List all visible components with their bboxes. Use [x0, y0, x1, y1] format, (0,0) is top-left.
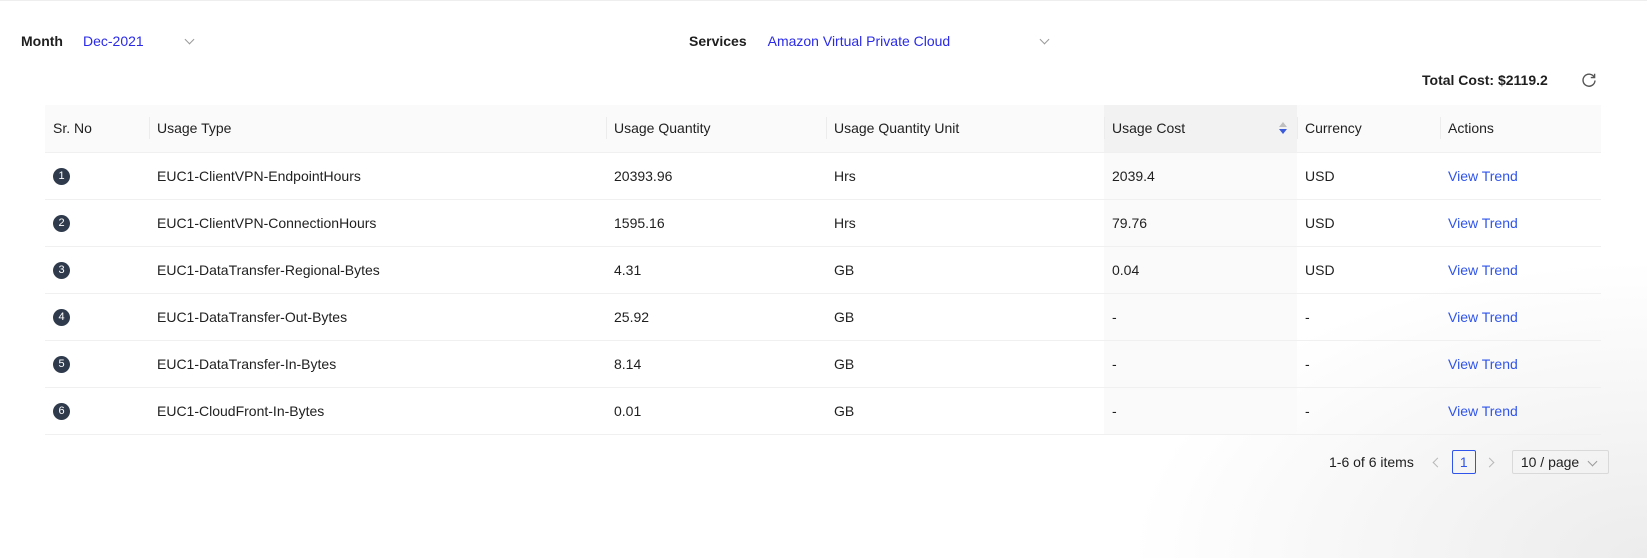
- usage-unit-cell: GB: [826, 340, 1104, 388]
- column-header-usage-type: Usage Type: [149, 105, 606, 153]
- view-trend-link[interactable]: View Trend: [1448, 168, 1518, 184]
- actions-cell: View Trend: [1440, 199, 1601, 247]
- column-header-sr-no: Sr. No: [45, 105, 149, 153]
- pagination: 1-6 of 6 items 1 10 / page: [1329, 450, 1609, 474]
- actions-cell: View Trend: [1440, 152, 1601, 200]
- currency-cell: USD: [1297, 199, 1440, 247]
- chevron-down-icon[interactable]: [183, 34, 197, 48]
- usage-type-cell: EUC1-ClientVPN-ConnectionHours: [149, 199, 606, 247]
- usage-cost-cell: -: [1104, 387, 1297, 435]
- usage-type-cell: EUC1-DataTransfer-Out-Bytes: [149, 293, 606, 341]
- usage-quantity-cell: 4.31: [606, 246, 826, 294]
- sr-no-cell: 4: [45, 293, 149, 341]
- actions-cell: View Trend: [1440, 246, 1601, 294]
- usage-unit-cell: Hrs: [826, 152, 1104, 200]
- services-label: Services: [689, 33, 747, 49]
- usage-type-cell: EUC1-DataTransfer-In-Bytes: [149, 340, 606, 388]
- sr-no-cell: 6: [45, 387, 149, 435]
- usage-cost-cell: 0.04: [1104, 246, 1297, 294]
- usage-cost-header-label: Usage Cost: [1112, 120, 1186, 137]
- table-row: 1 EUC1-ClientVPN-EndpointHours 20393.96 …: [45, 152, 1601, 200]
- usage-quantity-cell: 1595.16: [606, 199, 826, 247]
- row-number-badge: 2: [53, 215, 70, 232]
- usage-unit-cell: GB: [826, 387, 1104, 435]
- services-filter: Services Amazon Virtual Private Cloud: [689, 30, 1052, 52]
- row-number-badge: 6: [53, 403, 70, 420]
- usage-unit-cell: GB: [826, 293, 1104, 341]
- usage-type-cell: EUC1-DataTransfer-Regional-Bytes: [149, 246, 606, 294]
- column-header-actions: Actions: [1440, 105, 1601, 153]
- refresh-icon[interactable]: [1581, 72, 1597, 88]
- chevron-down-icon[interactable]: [1038, 34, 1052, 48]
- column-header-usage-quantity: Usage Quantity: [606, 105, 826, 153]
- usage-quantity-cell: 20393.96: [606, 152, 826, 200]
- table-row: 5 EUC1-DataTransfer-In-Bytes 8.14 GB - -…: [45, 340, 1601, 388]
- usage-quantity-cell: 25.92: [606, 293, 826, 341]
- month-label: Month: [21, 33, 63, 49]
- table-row: 3 EUC1-DataTransfer-Regional-Bytes 4.31 …: [45, 246, 1601, 294]
- currency-cell: -: [1297, 387, 1440, 435]
- page-button-1[interactable]: 1: [1451, 450, 1476, 474]
- usage-type-cell: EUC1-CloudFront-In-Bytes: [149, 387, 606, 435]
- month-filter: Month Dec-2021: [21, 30, 197, 52]
- sr-no-cell: 3: [45, 246, 149, 294]
- currency-cell: USD: [1297, 246, 1440, 294]
- actions-cell: View Trend: [1440, 387, 1601, 435]
- sort-icon[interactable]: [1279, 122, 1287, 136]
- column-header-usage-cost[interactable]: Usage Cost: [1104, 105, 1297, 153]
- usage-cost-cell: -: [1104, 293, 1297, 341]
- table-row: 4 EUC1-DataTransfer-Out-Bytes 25.92 GB -…: [45, 293, 1601, 341]
- month-select[interactable]: Dec-2021: [83, 33, 183, 49]
- usage-quantity-cell: 8.14: [606, 340, 826, 388]
- view-trend-link[interactable]: View Trend: [1448, 262, 1518, 278]
- table-row: 6 EUC1-CloudFront-In-Bytes 0.01 GB - - V…: [45, 387, 1601, 435]
- usage-cost-cell: 79.76: [1104, 199, 1297, 247]
- pagination-range: 1-6 of 6 items: [1329, 454, 1414, 470]
- services-select[interactable]: Amazon Virtual Private Cloud: [768, 33, 1038, 49]
- usage-cost-cell: 2039.4: [1104, 152, 1297, 200]
- usage-quantity-cell: 0.01: [606, 387, 826, 435]
- view-trend-link[interactable]: View Trend: [1448, 403, 1518, 419]
- usage-type-cell: EUC1-ClientVPN-EndpointHours: [149, 152, 606, 200]
- chevron-right-icon[interactable]: [1482, 450, 1500, 474]
- currency-cell: USD: [1297, 152, 1440, 200]
- currency-cell: -: [1297, 293, 1440, 341]
- sr-no-cell: 5: [45, 340, 149, 388]
- view-trend-link[interactable]: View Trend: [1448, 215, 1518, 231]
- table-row: 2 EUC1-ClientVPN-ConnectionHours 1595.16…: [45, 199, 1601, 247]
- column-header-usage-quantity-unit: Usage Quantity Unit: [826, 105, 1104, 153]
- sr-no-cell: 1: [45, 152, 149, 200]
- chevron-left-icon[interactable]: [1428, 450, 1446, 474]
- sr-no-cell: 2: [45, 199, 149, 247]
- row-number-badge: 3: [53, 262, 70, 279]
- page-size-label: 10 / page: [1520, 454, 1580, 470]
- total-cost: Total Cost: $2119.2: [1422, 72, 1548, 88]
- usage-unit-cell: Hrs: [826, 199, 1104, 247]
- currency-cell: -: [1297, 340, 1440, 388]
- top-divider: [0, 0, 1647, 1]
- row-number-badge: 1: [53, 168, 70, 185]
- usage-cost-cell: -: [1104, 340, 1297, 388]
- usage-table: Sr. No Usage Type Usage Quantity Usage Q…: [45, 105, 1601, 435]
- actions-cell: View Trend: [1440, 293, 1601, 341]
- view-trend-link[interactable]: View Trend: [1448, 356, 1518, 372]
- row-number-badge: 5: [53, 356, 70, 373]
- chevron-down-icon[interactable]: [1586, 456, 1600, 470]
- page-size-select[interactable]: 10 / page: [1511, 450, 1609, 474]
- view-trend-link[interactable]: View Trend: [1448, 309, 1518, 325]
- table-header-row: Sr. No Usage Type Usage Quantity Usage Q…: [45, 105, 1601, 153]
- column-header-currency: Currency: [1297, 105, 1440, 153]
- actions-cell: View Trend: [1440, 340, 1601, 388]
- row-number-badge: 4: [53, 309, 70, 326]
- usage-unit-cell: GB: [826, 246, 1104, 294]
